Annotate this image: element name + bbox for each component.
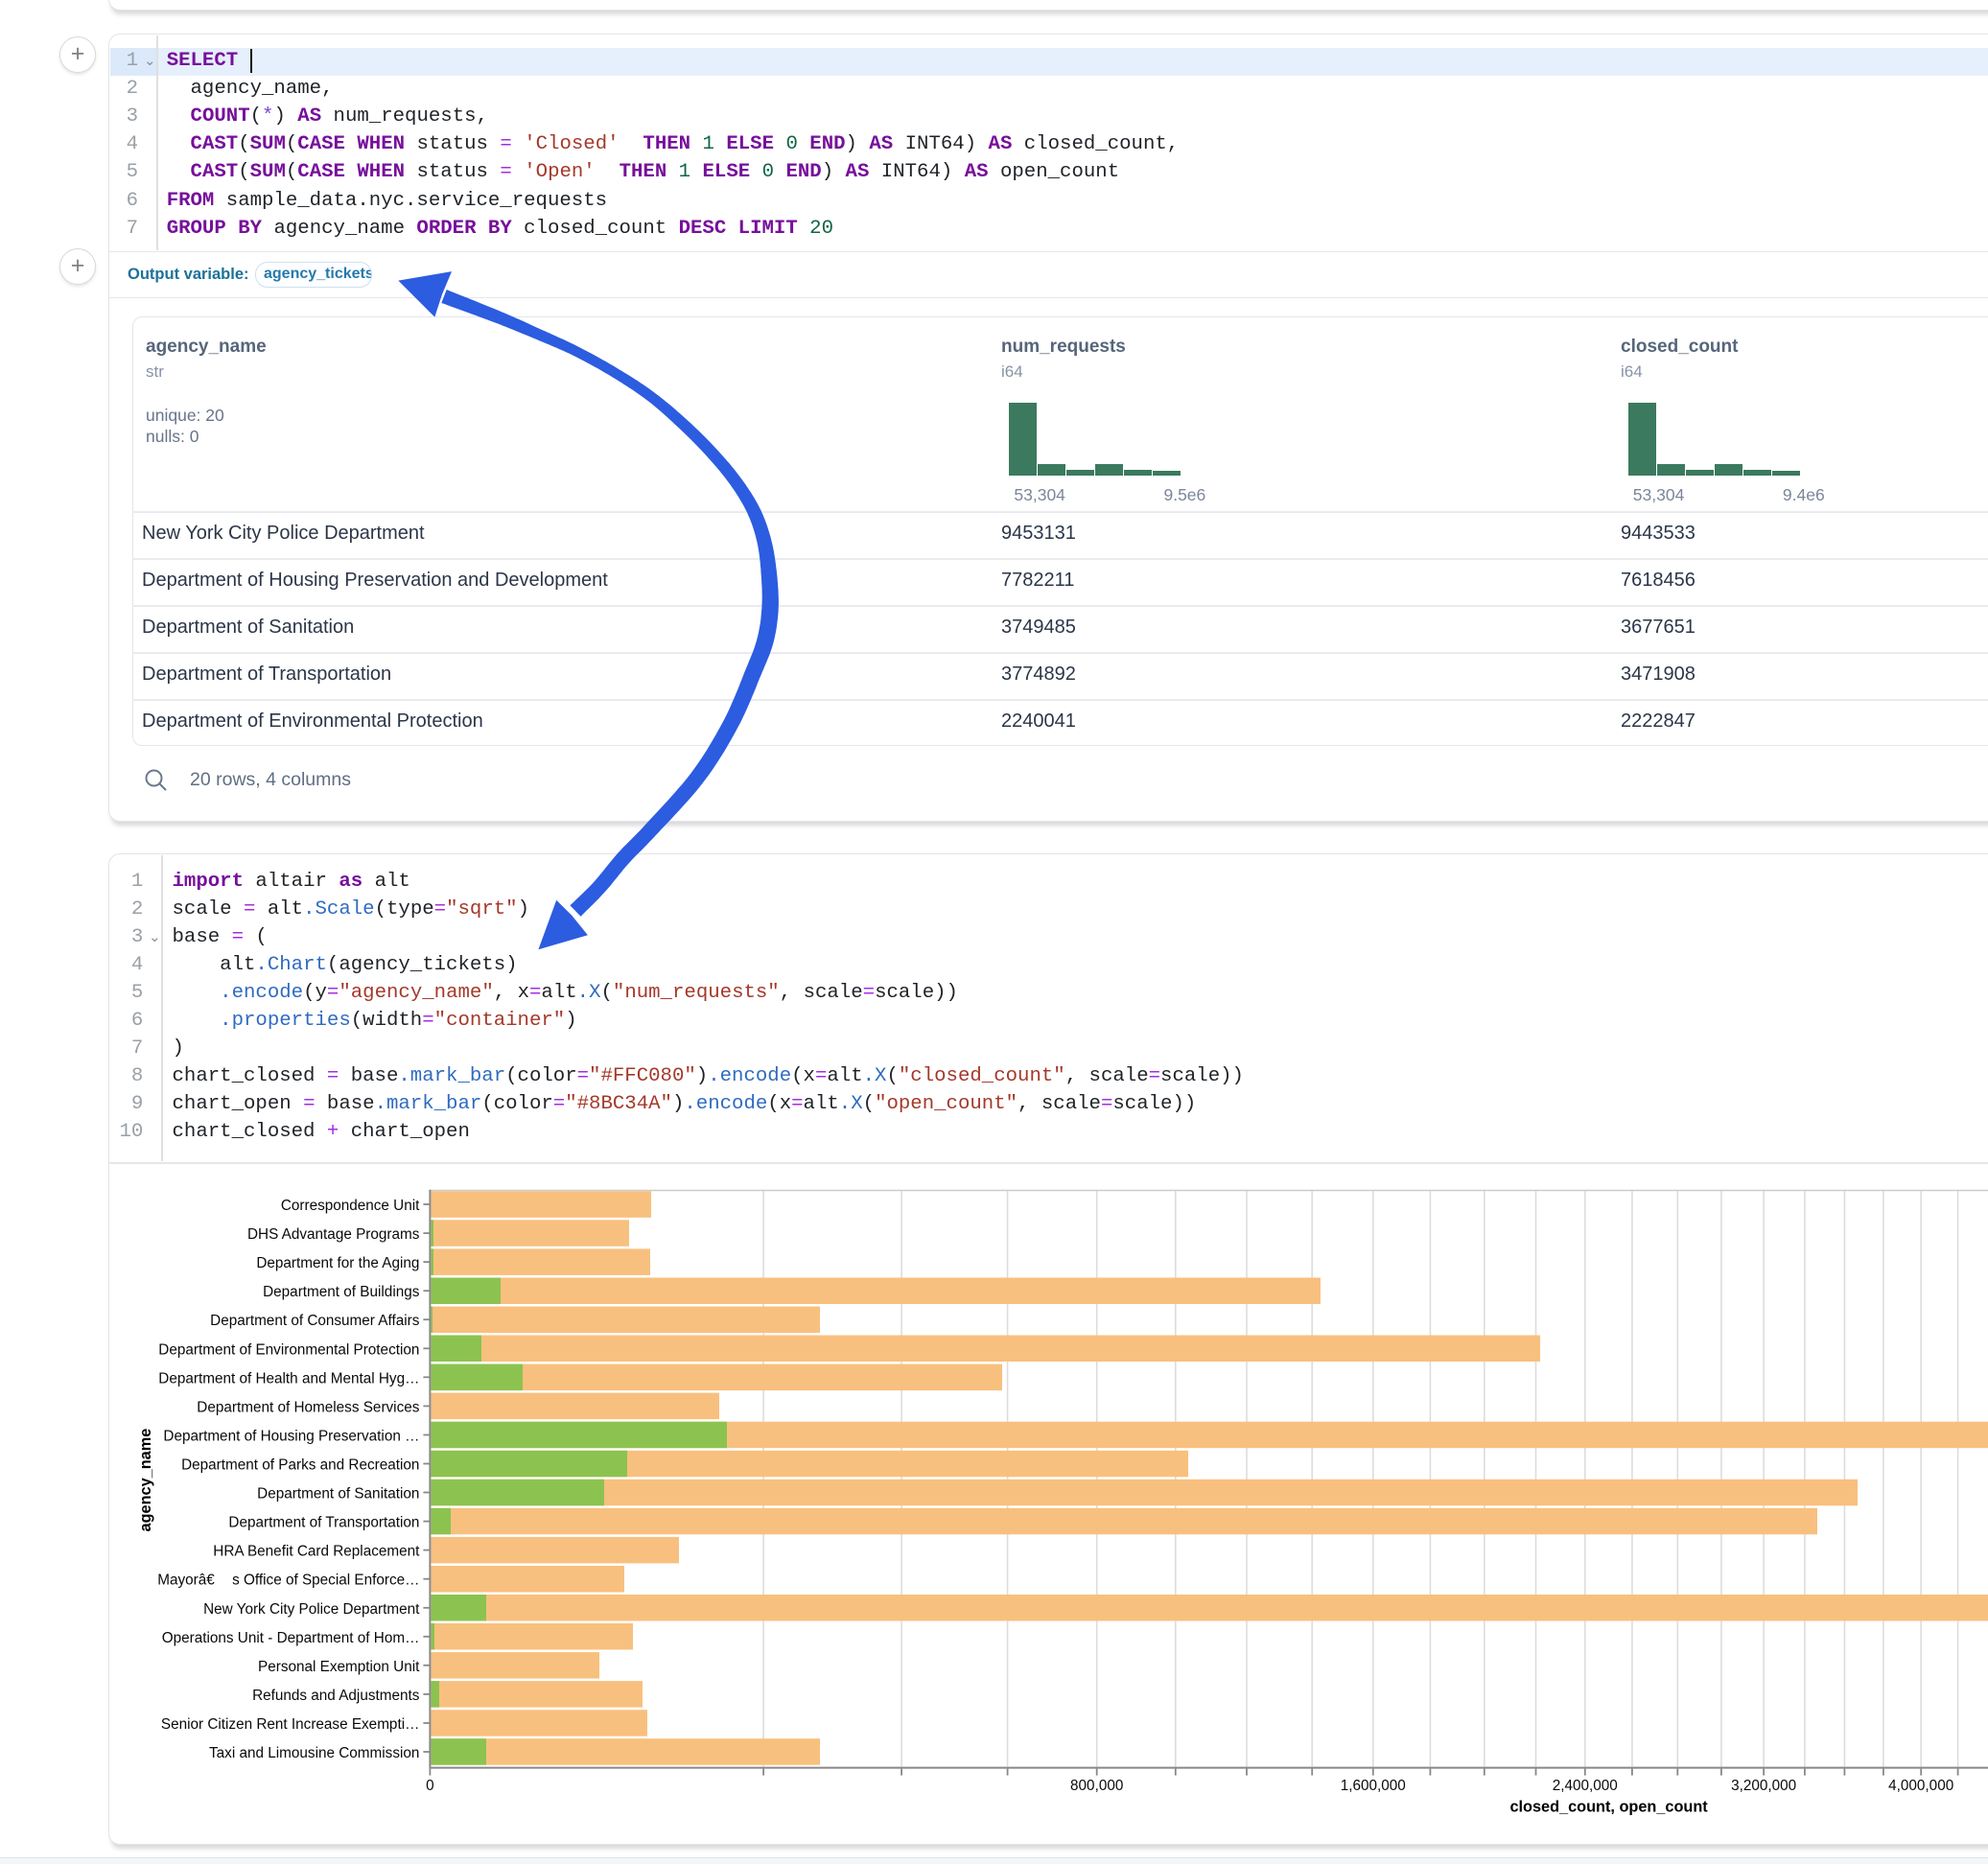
- svg-text:Correspondence Unit: Correspondence Unit: [281, 1198, 420, 1214]
- svg-text:Department for the Aging: Department for the Aging: [256, 1255, 419, 1271]
- svg-text:Department of Buildings: Department of Buildings: [263, 1284, 420, 1300]
- svg-text:Department of Sanitation: Department of Sanitation: [257, 1486, 419, 1503]
- svg-text:agency_name: agency_name: [137, 1429, 154, 1532]
- svg-text:Department of Environmental Pr: Department of Environmental Protection: [158, 1341, 419, 1358]
- svg-text:Personal Exemption Unit: Personal Exemption Unit: [258, 1659, 420, 1675]
- svg-text:Refunds and Adjustments: Refunds and Adjustments: [252, 1688, 420, 1704]
- svg-text:800,000: 800,000: [1070, 1778, 1123, 1794]
- svg-text:Mayorâ€ s Office of Special E: Mayorâ€ s Office of Special Enforce…: [157, 1573, 419, 1589]
- svg-text:Operations Unit - Department o: Operations Unit - Department of Hom…: [162, 1630, 420, 1646]
- svg-text:Department of Health and Menta: Department of Health and Mental Hyg…: [158, 1370, 419, 1386]
- svg-text:Taxi and Limousine Commission: Taxi and Limousine Commission: [209, 1745, 419, 1761]
- svg-text:0: 0: [426, 1778, 434, 1794]
- svg-text:Department of Consumer Affairs: Department of Consumer Affairs: [210, 1313, 420, 1329]
- svg-text:closed_count, open_count: closed_count, open_count: [1509, 1798, 1708, 1815]
- svg-text:Department of Homeless Service: Department of Homeless Services: [197, 1400, 419, 1416]
- svg-text:1,600,000: 1,600,000: [1341, 1778, 1406, 1794]
- svg-text:Department of Transportation: Department of Transportation: [228, 1515, 419, 1531]
- svg-text:HRA Benefit Card Replacement: HRA Benefit Card Replacement: [213, 1544, 420, 1560]
- svg-text:4,000,000: 4,000,000: [1888, 1778, 1953, 1794]
- svg-text:3,200,000: 3,200,000: [1731, 1778, 1796, 1794]
- svg-text:DHS Advantage Programs: DHS Advantage Programs: [247, 1226, 420, 1243]
- svg-text:Department of Housing Preserva: Department of Housing Preservation …: [163, 1429, 419, 1445]
- svg-text:2,400,000: 2,400,000: [1553, 1778, 1618, 1794]
- svg-text:New York City Police Departmen: New York City Police Department: [203, 1601, 420, 1618]
- svg-text:Senior Citizen Rent Increase E: Senior Citizen Rent Increase Exempti…: [161, 1716, 420, 1733]
- svg-text:Department of Parks and Recrea: Department of Parks and Recreation: [181, 1457, 419, 1474]
